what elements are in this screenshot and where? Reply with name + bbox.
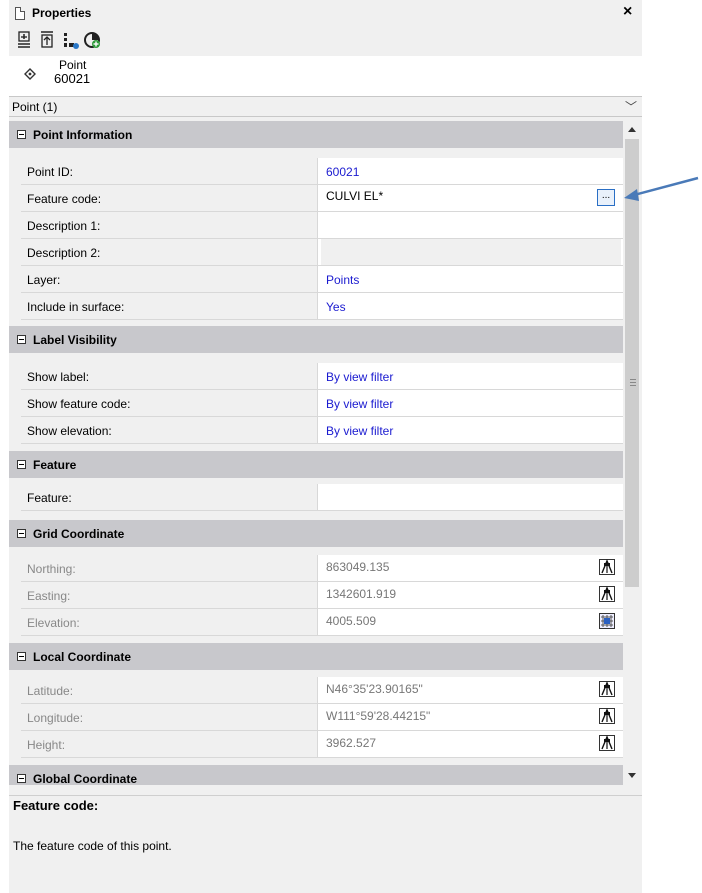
property-name: Elevation: [27, 616, 80, 630]
height-value: 3962.527 [326, 736, 377, 750]
property-name: Feature: [27, 491, 72, 505]
property-name: Show elevation: [27, 424, 112, 438]
collapse-icon[interactable] [17, 335, 26, 344]
point-icon [24, 68, 36, 80]
category-label: Feature [33, 458, 77, 472]
property-name: Layer: [27, 273, 61, 287]
survey-pick-icon[interactable] [599, 708, 615, 724]
toolbar [9, 27, 642, 55]
category-label: Label Visibility [33, 333, 117, 347]
selection-header: Point 60021 [9, 56, 642, 96]
move-up-icon[interactable] [39, 30, 57, 50]
row-feature[interactable]: Feature: [21, 484, 623, 511]
collapse-icon[interactable] [17, 529, 26, 538]
property-grid: Point Information Point ID: 60021 Featur… [9, 121, 623, 785]
property-name: Longitude: [27, 711, 84, 725]
selection-id: 60021 [54, 71, 91, 86]
row-show-feature-code[interactable]: Show feature code: By view filter [21, 390, 623, 417]
surface-pick-icon[interactable] [599, 613, 615, 629]
category-label-visibility[interactable]: Label Visibility [9, 326, 623, 353]
layer-value[interactable]: Points [326, 273, 359, 287]
show-label-value[interactable]: By view filter [326, 370, 393, 384]
row-layer[interactable]: Layer: Points [21, 266, 623, 293]
row-show-label[interactable]: Show label: By view filter [21, 363, 623, 390]
title-bar: Properties × [9, 0, 642, 26]
category-point-information[interactable]: Point Information [9, 121, 623, 148]
survey-pick-icon[interactable] [599, 681, 615, 697]
property-name: Description 2: [27, 246, 101, 260]
row-longitude[interactable]: Longitude: W111°59'28.44215" [21, 704, 623, 731]
collapse-icon[interactable] [17, 460, 26, 469]
collapse-icon[interactable] [17, 774, 26, 783]
document-icon [15, 7, 25, 20]
northing-value: 863049.135 [326, 560, 390, 574]
property-name: Height: [27, 738, 66, 752]
property-name: Show feature code: [27, 397, 131, 411]
row-easting[interactable]: Easting: 1342601.919 [21, 582, 623, 609]
survey-pick-icon[interactable] [599, 586, 615, 602]
property-name: Feature code: [27, 192, 102, 206]
description-title: Feature code: [13, 798, 99, 813]
easting-value: 1342601.919 [326, 587, 397, 601]
property-name: Show label: [27, 370, 90, 384]
row-elevation[interactable]: Elevation: 4005.509 [21, 609, 623, 636]
longitude-value: W111°59'28.44215" [326, 709, 431, 723]
category-global-coordinate[interactable]: Global Coordinate [9, 765, 623, 785]
elevation-value: 4005.509 [326, 614, 377, 628]
object-selector-dropdown[interactable]: Point (1) ﹀ [9, 96, 642, 117]
category-label: Grid Coordinate [33, 527, 125, 541]
add-icon[interactable] [83, 30, 101, 50]
category-label: Global Coordinate [33, 772, 138, 785]
property-name: Latitude: [27, 684, 74, 698]
property-value: 60021 [326, 165, 360, 179]
collapse-icon[interactable] [17, 130, 26, 139]
row-northing[interactable]: Northing: 863049.135 [21, 555, 623, 582]
latitude-value: N46°35'23.90165" [326, 682, 423, 696]
row-include-in-surface[interactable]: Include in surface: Yes [21, 293, 623, 320]
browse-button[interactable]: ... [597, 189, 615, 206]
property-name: Include in surface: [27, 300, 125, 314]
grip-icon [630, 379, 636, 386]
category-local-coordinate[interactable]: Local Coordinate [9, 643, 623, 670]
survey-pick-icon[interactable] [599, 559, 615, 575]
row-latitude[interactable]: Latitude: N46°35'23.90165" [21, 677, 623, 704]
category-label: Local Coordinate [33, 650, 132, 664]
description-text: The feature code of this point. [13, 839, 172, 853]
row-description-2[interactable]: Description 2: [21, 239, 623, 266]
category-label: Point Information [33, 128, 133, 142]
close-icon[interactable]: × [623, 3, 632, 21]
annotation-arrow-icon [624, 176, 699, 201]
row-feature-code[interactable]: Feature code: CULVI EL* ... [21, 185, 623, 212]
property-name: Point ID: [27, 165, 74, 179]
object-selector-value: Point (1) [12, 100, 58, 114]
property-name: Easting: [27, 589, 71, 603]
category-grid-coordinate[interactable]: Grid Coordinate [9, 520, 623, 547]
panel-title: Properties [32, 6, 92, 20]
chevron-down-icon[interactable]: ﹀ [625, 98, 637, 115]
row-point-id[interactable]: Point ID: 60021 [21, 158, 623, 185]
scroll-down-icon[interactable] [628, 773, 636, 778]
report-icon[interactable] [62, 30, 80, 50]
zoom-to-icon[interactable] [16, 30, 34, 50]
property-name: Northing: [27, 562, 76, 576]
scroll-up-icon[interactable] [628, 127, 636, 132]
selection-type: Point [59, 58, 87, 72]
row-description-1[interactable]: Description 1: [21, 212, 623, 239]
row-show-elevation[interactable]: Show elevation: By view filter [21, 417, 623, 444]
show-feature-code-value[interactable]: By view filter [326, 397, 393, 411]
vertical-scrollbar[interactable] [624, 121, 640, 785]
show-elevation-value[interactable]: By view filter [326, 424, 393, 438]
properties-panel: Properties × Point 60021 Point (1) ﹀ Poi… [9, 0, 642, 893]
survey-pick-icon[interactable] [599, 735, 615, 751]
feature-code-input[interactable]: CULVI EL* [326, 189, 383, 203]
property-name: Description 1: [27, 219, 101, 233]
row-height[interactable]: Height: 3962.527 [21, 731, 623, 758]
include-in-surface-value[interactable]: Yes [326, 300, 346, 314]
description-pane: Feature code: The feature code of this p… [9, 795, 642, 893]
collapse-icon[interactable] [17, 652, 26, 661]
category-feature[interactable]: Feature [9, 451, 623, 478]
